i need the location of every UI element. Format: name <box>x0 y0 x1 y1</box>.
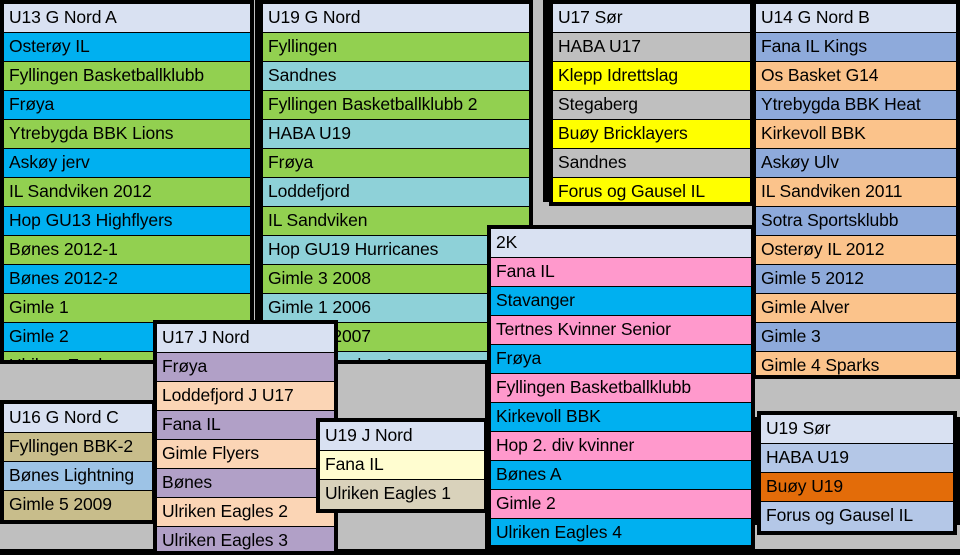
group-2k[interactable]: 2K Fana IL Stavanger Tertnes Kvinner Senior… <box>487 225 755 549</box>
team-row[interactable]: Frøya <box>157 353 334 382</box>
team-row[interactable]: Sotra Sportsklubb <box>756 207 956 236</box>
team-row[interactable]: Gimle Flyers <box>157 440 334 469</box>
group-u19-sor[interactable]: U19 Sør HABA U19 Buøy U19 Forus og Gausel I… <box>757 411 957 535</box>
team-row[interactable]: Fana IL <box>157 411 334 440</box>
team-row[interactable]: IL Sandviken 2011 <box>756 178 956 207</box>
team-row[interactable]: HABA U19 <box>263 120 529 149</box>
team-row[interactable]: Gimle 3 <box>756 323 956 352</box>
gray-backdrop-col1 <box>0 364 155 400</box>
team-row[interactable]: HABA U19 <box>761 444 953 473</box>
gray-backdrop-col3-lower <box>333 510 485 549</box>
group-header-u19-g-nord: U19 G Nord <box>263 4 529 33</box>
team-row[interactable]: Fana IL Kings <box>756 33 956 62</box>
team-row[interactable]: Osterøy IL 2012 <box>756 236 956 265</box>
team-row[interactable]: Ytrebygda BBK Lions <box>4 120 250 149</box>
team-row[interactable]: HABA U17 <box>553 33 750 62</box>
team-row[interactable]: Askøy jerv <box>4 149 250 178</box>
team-row[interactable]: Bønes Lightning <box>4 462 152 491</box>
team-row[interactable]: Sandnes <box>263 62 529 91</box>
team-row[interactable]: IL Sandviken 2012 <box>4 178 250 207</box>
team-row[interactable]: Frøya <box>263 149 529 178</box>
group-header-u17-j-nord: U17 J Nord <box>157 324 334 353</box>
team-row[interactable]: Sandnes <box>553 149 750 178</box>
team-row[interactable]: Bønes 2012-1 <box>4 236 250 265</box>
team-row[interactable]: Stegaberg <box>553 91 750 120</box>
team-row[interactable]: Ulriken Eagles 3 <box>157 527 334 551</box>
tables-canvas: U13 G Nord A Osterøy IL Fyllingen Basketba… <box>0 0 960 555</box>
team-row[interactable]: Fyllingen Basketballklubb <box>491 374 751 403</box>
team-row[interactable]: Klepp Idrettslag <box>553 62 750 91</box>
team-row[interactable]: Stavanger <box>491 287 751 316</box>
team-row[interactable]: Fyllingen BBK-2 <box>4 433 152 462</box>
team-row[interactable]: Buøy U19 <box>761 473 953 502</box>
group-u13-g-nord-a[interactable]: U13 G Nord A Osterøy IL Fyllingen Basketba… <box>0 0 254 364</box>
team-row[interactable]: Gimle 4 Sparks <box>756 352 956 375</box>
team-row[interactable]: Gimle 2 <box>491 490 751 519</box>
team-row[interactable]: Tertnes Kvinner Senior <box>491 316 751 345</box>
group-u17-sor[interactable]: U17 Sør HABA U17 Klepp Idrettslag Stegaberg… <box>549 0 754 206</box>
team-row[interactable]: Gimle 5 2012 <box>756 265 956 294</box>
group-header-u14-g-nord-b: U14 G Nord B <box>756 4 956 33</box>
group-header-u17-sor: U17 Sør <box>553 4 750 33</box>
team-row[interactable]: Askøy Ulv <box>756 149 956 178</box>
team-row[interactable]: Osterøy IL <box>4 33 250 62</box>
team-row[interactable]: Buøy Bricklayers <box>553 120 750 149</box>
group-header-2k: 2K <box>491 229 751 258</box>
team-row[interactable]: Gimle 5 2009 <box>4 491 152 520</box>
team-row[interactable]: Kirkevoll BBK <box>756 120 956 149</box>
group-u14-g-nord-b[interactable]: U14 G Nord B Fana IL Kings Os Basket G14 Yt… <box>752 0 960 379</box>
team-row[interactable]: Frøya <box>4 91 250 120</box>
group-u19-j-nord[interactable]: U19 J Nord Fana IL Ulriken Eagles 1 <box>316 418 488 513</box>
team-row[interactable]: Ulriken Eagles 4 <box>491 519 751 545</box>
team-row[interactable]: Hop GU13 Highflyers <box>4 207 250 236</box>
team-row[interactable]: Ulriken Eagles 1 <box>320 480 484 509</box>
team-row[interactable]: Gimle Alver <box>756 294 956 323</box>
team-row[interactable]: Fyllingen Basketballklubb <box>4 62 250 91</box>
group-u16-g-nord-c[interactable]: U16 G Nord C Fyllingen BBK-2 Bønes Lightni… <box>0 400 156 524</box>
team-row[interactable]: Fyllingen <box>263 33 529 62</box>
team-row[interactable]: Fana IL <box>320 451 484 480</box>
team-row[interactable]: Gimle 1 <box>4 294 250 323</box>
team-row[interactable]: Hop 2. div kvinner <box>491 432 751 461</box>
group-header-u16-g-nord-c: U16 G Nord C <box>4 404 152 433</box>
team-row[interactable]: Os Basket G14 <box>756 62 956 91</box>
team-row[interactable]: Bønes 2012-2 <box>4 265 250 294</box>
group-header-u19-j-nord: U19 J Nord <box>320 422 484 451</box>
team-row[interactable]: Ytrebygda BBK Heat <box>756 91 956 120</box>
team-row[interactable]: Forus og Gausel IL <box>761 502 953 531</box>
team-row[interactable]: Forus og Gausel IL <box>553 178 750 202</box>
group-header-u19-sor: U19 Sør <box>761 415 953 444</box>
team-row[interactable]: Fyllingen Basketballklubb 2 <box>263 91 529 120</box>
team-row[interactable]: Kirkevoll BBK <box>491 403 751 432</box>
team-row[interactable]: Loddefjord J U17 <box>157 382 334 411</box>
team-row[interactable]: Bønes <box>157 469 334 498</box>
team-row[interactable]: Ulriken Eagles 2 <box>157 498 334 527</box>
team-row[interactable]: Fana IL <box>491 258 751 287</box>
gray-backdrop-col3 <box>333 364 485 424</box>
group-u17-j-nord[interactable]: U17 J Nord Frøya Loddefjord J U17 Fana IL Gi… <box>153 320 338 555</box>
team-row[interactable]: Bønes A <box>491 461 751 490</box>
team-row[interactable]: Frøya <box>491 345 751 374</box>
team-row[interactable]: Loddefjord <box>263 178 529 207</box>
group-header-u13-g-nord-a: U13 G Nord A <box>4 4 250 33</box>
